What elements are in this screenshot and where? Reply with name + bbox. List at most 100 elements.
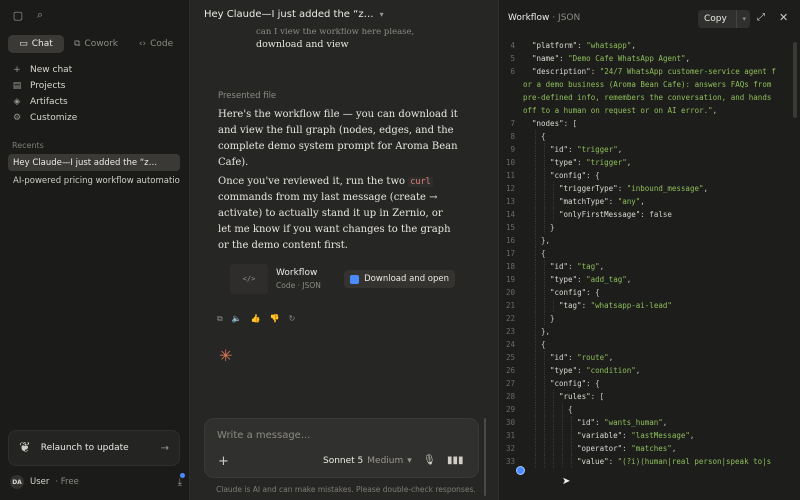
model-selector[interactable]: Sonnet 5 Medium ▾ (323, 456, 412, 466)
punctuation-token: : (577, 275, 587, 284)
recent-chat-item[interactable]: Hey Claude—I just added the “z… (8, 154, 180, 171)
tab-chat[interactable]: ▭ Chat (8, 35, 64, 53)
code-text: } (550, 312, 555, 325)
indent-guide (535, 455, 536, 468)
punctuation-token: : (617, 184, 627, 193)
code-text: "operator": "matches", (577, 442, 676, 455)
indent-guide (553, 416, 554, 429)
sidebar-toggle-icon[interactable]: ▢ (12, 9, 24, 22)
line-number: 9 (510, 145, 515, 154)
key-token: "variable" (577, 431, 623, 440)
chat-pane: Hey Claude—I just added the “z… ▾ can I … (190, 0, 498, 500)
search-icon[interactable]: ⌕ (34, 8, 46, 21)
indent-guide (571, 442, 572, 455)
key-token: "type" (550, 158, 578, 167)
download-icon[interactable]: ⤓ (178, 472, 185, 488)
sidebar-item-customize[interactable]: ⚙ Customize (12, 110, 182, 126)
indent-guide (535, 286, 536, 299)
code-text: "onlyFirstMessage": false (559, 208, 672, 221)
copy-icon[interactable]: ⧉ (217, 314, 223, 324)
user-menu[interactable]: DA User · Free ⤓ (10, 472, 185, 490)
indent-guide (553, 299, 554, 312)
code-text: }, (541, 325, 550, 338)
code-text: "type": "condition", (550, 364, 640, 377)
line-number: 26 (505, 366, 515, 375)
string-token: "route" (577, 353, 609, 362)
code-line: 20 "config": { (499, 286, 800, 299)
close-icon[interactable]: ✕ (779, 11, 788, 24)
indent-guide (553, 403, 554, 416)
arrow-right-icon: → (160, 442, 169, 454)
code-line: 26 "type": "condition", (499, 364, 800, 377)
line-number: 17 (505, 249, 515, 258)
punctuation-token: : (568, 145, 578, 154)
relaunch-update-button[interactable]: ❦ Relaunch to update → (8, 430, 180, 466)
chevron-down-icon[interactable]: ▾ (736, 10, 750, 28)
chat-title-button[interactable]: Hey Claude—I just added the “z… ▾ (204, 9, 384, 20)
thumbs-up-icon[interactable]: 👍 (251, 314, 261, 324)
indent-guide (535, 403, 536, 416)
indent-guide (544, 195, 545, 208)
message-composer: Write a message... + Sonnet 5 Medium ▾ 🎙… (204, 418, 479, 478)
punctuation-token: }, (541, 327, 551, 336)
line-number: 23 (505, 327, 515, 336)
add-attachment-button[interactable]: + (218, 454, 229, 469)
code-line: 5 "name": "Demo Cafe WhatsApp Agent", (499, 52, 800, 65)
code-text: { (541, 338, 546, 351)
line-number: 19 (505, 275, 515, 284)
tab-code[interactable]: ‹› Code (128, 35, 184, 53)
code-line: off to a human on request or on AI error… (499, 104, 800, 117)
recent-chat-item[interactable]: AI-powered pricing workflow automation (8, 172, 180, 189)
line-number: 31 (505, 431, 515, 440)
sidebar-item-artifacts[interactable]: ◈ Artifacts (12, 94, 182, 110)
code-line: 21 "tag": "whatsapp-ai-lead" (499, 299, 800, 312)
line-number: 20 (505, 288, 515, 297)
code-line: 23}, (499, 325, 800, 338)
tab-cowork[interactable]: ⧉ Cowork (68, 35, 124, 53)
scrollbar[interactable] (793, 42, 797, 118)
indent-guide (544, 156, 545, 169)
code-text: "value": "(?i)(human|real person|speak t… (577, 455, 771, 468)
voice-mode-icon[interactable]: ▮▮▮ (447, 455, 464, 466)
indent-guide (535, 260, 536, 273)
retry-icon[interactable]: ↻ (289, 314, 296, 324)
file-name: Workflow (276, 268, 318, 278)
sidebar-item-projects[interactable]: ▤ Projects (12, 78, 182, 94)
leaf-icon: ❦ (19, 440, 31, 456)
thumbs-down-icon[interactable]: 👎 (270, 314, 280, 324)
punctuation-token: , (712, 106, 718, 115)
artifact-filetype: · JSON (552, 13, 581, 23)
microphone-icon[interactable]: 🎙 (423, 455, 436, 466)
effort-level: Medium (367, 456, 404, 466)
punctuation-token: , (689, 431, 695, 440)
key-token: "platform" (532, 41, 578, 50)
code-text: { (541, 130, 546, 143)
download-and-open-button[interactable]: Download and open (344, 270, 455, 288)
mouse-cursor-icon: ➤ (562, 476, 571, 487)
indent-guide (562, 429, 563, 442)
sidebar-item-new-chat[interactable]: + New chat (12, 62, 182, 78)
copy-button[interactable]: Copy ▾ (698, 10, 750, 28)
scrollbar[interactable] (484, 418, 486, 496)
indent-guide (544, 442, 545, 455)
expand-icon[interactable]: ⤢ (757, 12, 765, 23)
punctuation-token: : (577, 366, 587, 375)
line-number: 25 (505, 353, 515, 362)
user-plan-label: Free (60, 477, 79, 487)
code-line: pre-defined info, remembers the conversa… (499, 91, 800, 104)
punctuation-token: { (568, 405, 573, 414)
file-card[interactable]: </> Workflow Code · JSON Download and op… (230, 262, 455, 296)
claude-spark-icon: ✳ (219, 346, 233, 365)
key-token: "tag" (559, 301, 582, 310)
indent-guide (544, 416, 545, 429)
line-number: 10 (505, 158, 515, 167)
string-token: "any" (617, 197, 641, 206)
message-input[interactable]: Write a message... (217, 430, 310, 441)
key-token: "onlyFirstMessage" (559, 210, 641, 219)
speaker-icon[interactable]: 🔈 (232, 314, 242, 324)
user-plan: · Free (55, 477, 79, 487)
code-view[interactable]: 4 "platform": "whatsapp", 5 "name": "Demo C… (499, 39, 800, 500)
indent-guide (553, 442, 554, 455)
punctuation-token: , (626, 158, 632, 167)
code-text: off to a human on request or on AI error… (523, 104, 717, 117)
